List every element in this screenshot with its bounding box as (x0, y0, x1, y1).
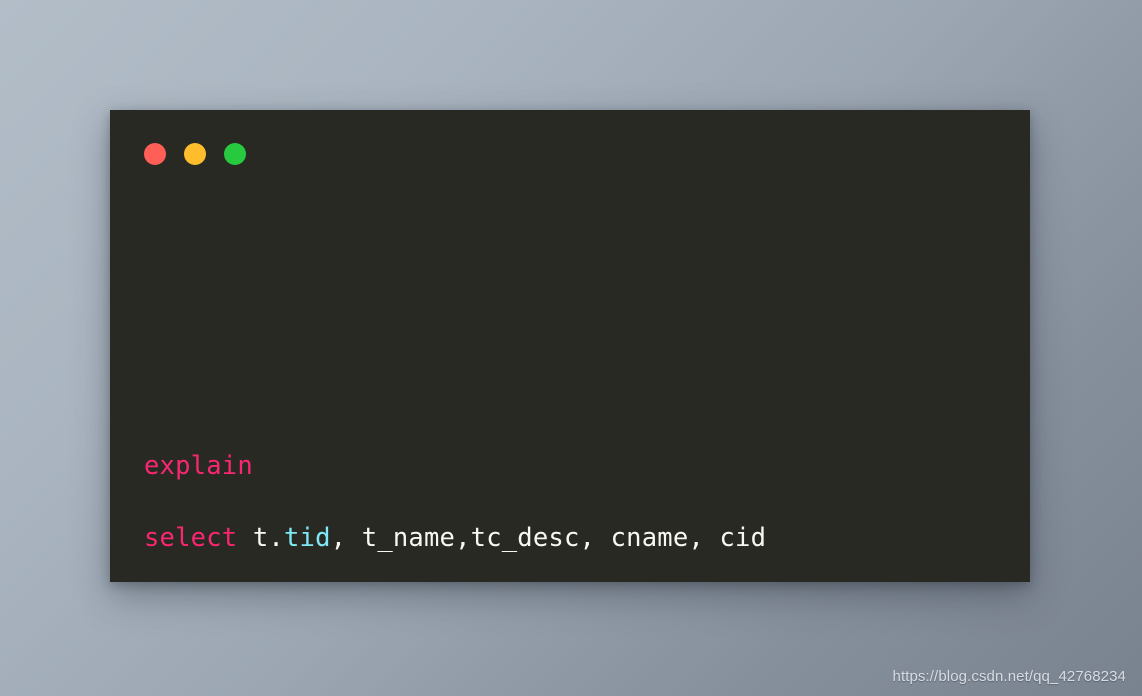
code-editor-area[interactable]: explain select t.tid, t_name,tc_desc, cna… (144, 214, 1016, 582)
code-token-id: , t_name,tc_desc, cname, cid (330, 523, 767, 553)
code-token-id: t. (237, 523, 284, 553)
code-token-kw: select (144, 523, 238, 553)
code-line: select t.tid, t_name,tc_desc, cname, cid (144, 502, 1016, 574)
maximize-window-button[interactable] (224, 143, 246, 165)
code-snippet-window: explain select t.tid, t_name,tc_desc, cna… (110, 110, 1030, 582)
minimize-window-button[interactable] (184, 143, 206, 165)
code-line: from teacher as t, teacherCard as tc, co… (144, 574, 1016, 582)
watermark-url: https://blog.csdn.net/qq_42768234 (892, 668, 1126, 685)
code-token-col: tid (284, 523, 331, 553)
code-token-kw: explain (144, 451, 253, 481)
close-window-button[interactable] (144, 143, 166, 165)
window-titlebar (144, 143, 246, 165)
code-line: explain (144, 430, 1016, 502)
